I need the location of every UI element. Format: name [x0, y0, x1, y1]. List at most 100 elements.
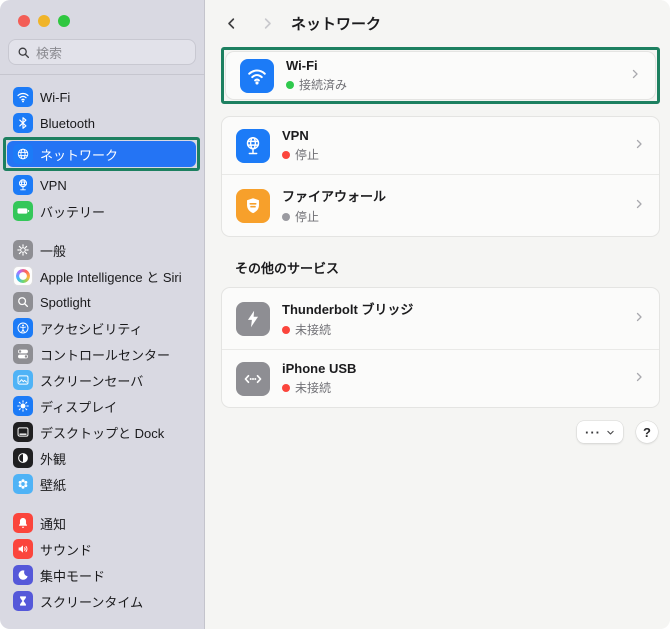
desktop-dock-icon: [13, 422, 33, 442]
sidebar-item-sound[interactable]: サウンド: [7, 536, 197, 562]
sidebar-item-label: 一般: [40, 243, 67, 259]
chevron-right-icon: [629, 67, 641, 85]
vpn-row[interactable]: VPN 停止: [222, 117, 659, 174]
chevron-right-icon: [633, 310, 645, 328]
search-input[interactable]: 検索: [8, 39, 196, 65]
vpn-icon: [236, 128, 270, 163]
sidebar-item-label: デスクトップと Dock: [40, 425, 165, 441]
sidebar-item-label: 集中モード: [40, 568, 106, 584]
sidebar-item-label: Spotlight: [40, 294, 91, 310]
sidebar-item-label: サウンド: [40, 542, 93, 558]
sidebar-item-bluetooth[interactable]: Bluetooth: [7, 110, 197, 136]
sidebar-list: Wi-Fi Bluetooth ネットワーク VPN バッテリー 一般 Appl…: [0, 75, 204, 614]
sidebar-item-label: アクセシビリティ: [40, 321, 143, 337]
forward-button[interactable]: [257, 14, 277, 34]
sidebar-item-label: スクリーンセーバ: [40, 373, 144, 389]
chevron-right-icon: [633, 137, 645, 155]
gear-icon: [13, 240, 33, 260]
system-settings-window: 検索 Wi-Fi Bluetooth ネットワーク VPN バッテリー 一般 A…: [0, 0, 670, 629]
sidebar-item-label: バッテリー: [40, 204, 106, 220]
sidebar-item-label: コントロールセンター: [40, 347, 171, 363]
accessibility-icon: [13, 318, 33, 338]
chevron-right-icon: [633, 370, 645, 388]
sidebar-item-label: Bluetooth: [40, 115, 95, 131]
wifi-card: Wi-Fi 接続済み: [225, 51, 656, 100]
row-label: Wi-Fi: [286, 58, 318, 73]
battery-icon: [13, 201, 33, 221]
page-title: ネットワーク: [291, 16, 382, 33]
bell-icon: [13, 513, 33, 533]
sidebar-item-general[interactable]: 一般: [7, 237, 197, 263]
iphone-usb-row[interactable]: iPhone USB 未接続: [222, 349, 659, 407]
annotation-box-sidebar-network: ネットワーク: [3, 137, 200, 171]
firewall-row[interactable]: ファイアウォール 停止: [222, 174, 659, 236]
wifi-icon: [13, 87, 33, 107]
sidebar-item-label: VPN: [40, 177, 67, 193]
status-dot-gray: [282, 212, 290, 221]
sidebar: 検索 Wi-Fi Bluetooth ネットワーク VPN バッテリー 一般 A…: [0, 0, 205, 629]
sidebar-item-screen-time[interactable]: スクリーンタイム: [7, 588, 197, 614]
main-footer: ··· ?: [221, 421, 660, 443]
minimize-button[interactable]: [38, 15, 50, 27]
moon-icon: [13, 565, 33, 585]
firewall-shield-icon: [236, 188, 270, 223]
sidebar-item-accessibility[interactable]: アクセシビリティ: [7, 315, 197, 341]
appearance-icon: [13, 448, 33, 468]
sidebar-item-control-center[interactable]: コントロールセンター: [7, 341, 197, 367]
main-header: ネットワーク: [221, 0, 660, 34]
magnifier-icon: [13, 292, 33, 312]
thunderbolt-icon: [236, 301, 270, 336]
network-globe-icon: [13, 144, 33, 164]
sidebar-item-label: 壁紙: [40, 477, 67, 493]
sidebar-item-screensaver[interactable]: スクリーンセーバ: [7, 367, 197, 393]
sidebar-item-label: スクリーンタイム: [40, 594, 144, 610]
status-dot-red: [282, 325, 290, 334]
chevron-down-icon: [607, 430, 614, 435]
sidebar-item-battery[interactable]: バッテリー: [7, 198, 197, 224]
sidebar-item-wifi[interactable]: Wi-Fi: [7, 84, 197, 110]
sidebar-item-label: 通知: [40, 516, 67, 532]
help-button[interactable]: ?: [636, 421, 658, 443]
wifi-row[interactable]: Wi-Fi 接続済み: [226, 52, 655, 99]
sidebar-item-apple-intelligence[interactable]: Apple Intelligence と Siri: [7, 263, 197, 289]
sidebar-item-desktop-dock[interactable]: デスクトップと Dock: [7, 419, 197, 445]
row-label: VPN: [282, 128, 309, 143]
search-icon: [18, 47, 30, 58]
sidebar-item-notifications[interactable]: 通知: [7, 510, 197, 536]
wifi-icon: [240, 58, 274, 93]
sidebar-item-network[interactable]: ネットワーク: [7, 141, 196, 167]
status-dot-red: [282, 383, 290, 392]
usb-ethernet-icon: [236, 361, 270, 396]
row-status: 接続済み: [286, 76, 617, 93]
row-status: 停止: [282, 146, 621, 163]
sidebar-item-label: Wi-Fi: [40, 89, 71, 105]
sidebar-item-focus[interactable]: 集中モード: [7, 562, 197, 588]
sidebar-item-label: Apple Intelligence と Siri: [40, 269, 182, 285]
other-services-heading: その他のサービス: [235, 261, 340, 276]
zoom-button[interactable]: [58, 15, 70, 27]
speaker-icon: [13, 539, 33, 559]
close-button[interactable]: [18, 15, 30, 27]
ellipsis-icon: ···: [585, 424, 601, 440]
back-button[interactable]: [221, 14, 241, 34]
vpn-firewall-card: VPN 停止 ファイアウォール 停止: [221, 116, 660, 237]
control-center-icon: [13, 344, 33, 364]
screensaver-icon: [13, 370, 33, 390]
sidebar-item-label: ディスプレイ: [40, 399, 118, 415]
sidebar-item-vpn[interactable]: VPN: [7, 172, 197, 198]
sidebar-item-appearance[interactable]: 外観: [7, 445, 197, 471]
chevron-right-icon: [633, 197, 645, 215]
thunderbolt-bridge-row[interactable]: Thunderbolt ブリッジ 未接続: [222, 288, 659, 349]
row-status: 未接続: [282, 379, 621, 396]
apple-intelligence-icon: [13, 266, 33, 286]
search-placeholder: 検索: [36, 45, 63, 61]
row-status: 未接続: [282, 321, 621, 338]
sidebar-item-spotlight[interactable]: Spotlight: [7, 289, 197, 315]
vpn-icon: [13, 175, 33, 195]
row-label: Thunderbolt ブリッジ: [282, 302, 414, 317]
sidebar-item-wallpaper[interactable]: 壁紙: [7, 471, 197, 497]
sun-icon: [13, 396, 33, 416]
more-options-button[interactable]: ···: [577, 421, 623, 443]
status-dot-green: [286, 80, 294, 89]
sidebar-item-display[interactable]: ディスプレイ: [7, 393, 197, 419]
